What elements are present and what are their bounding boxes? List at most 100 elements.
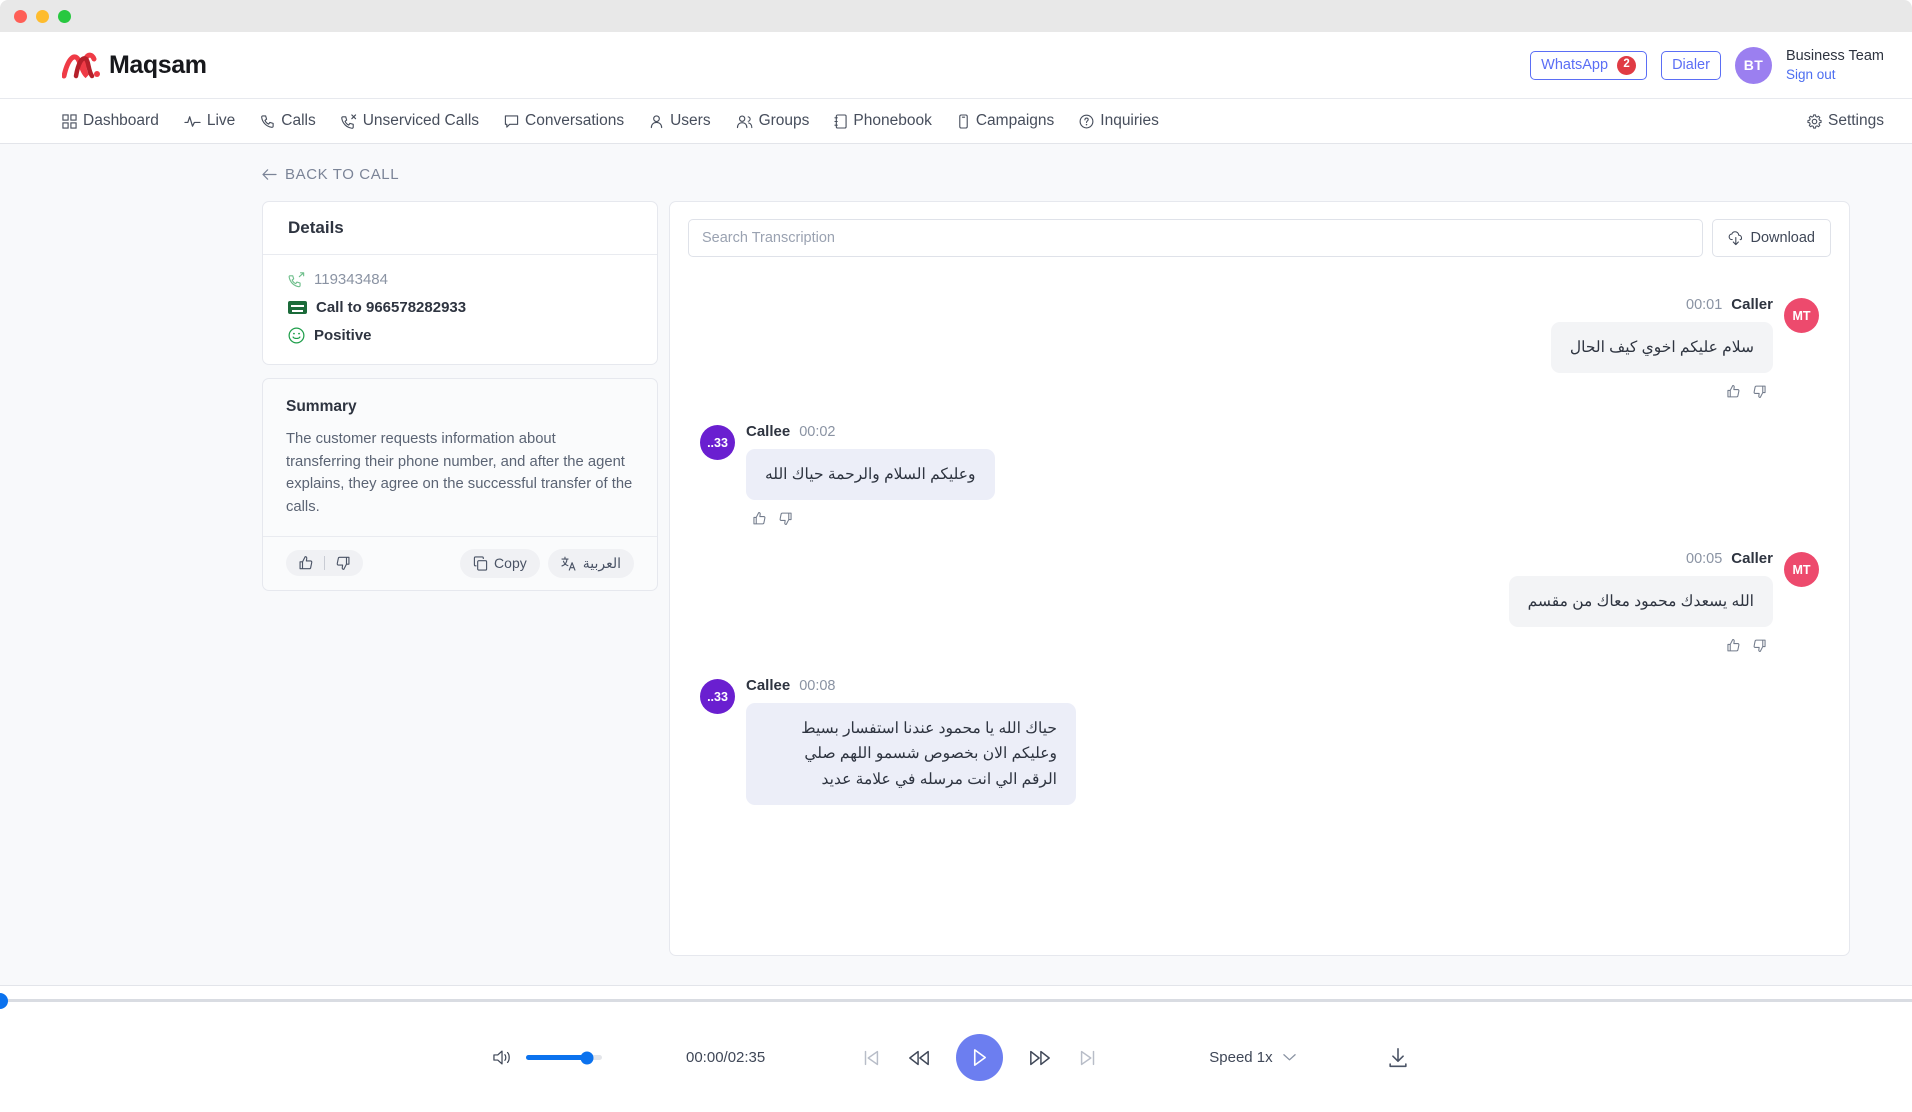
message-avatar: MT <box>1784 298 1819 333</box>
summary-actions: Copy العربية <box>263 536 657 590</box>
grid-icon <box>62 114 77 129</box>
download-label: Download <box>1751 230 1816 246</box>
nav-item-phonebook[interactable]: Phonebook <box>834 112 931 130</box>
thumbs-up-icon[interactable] <box>298 555 314 571</box>
volume-knob[interactable] <box>580 1051 593 1064</box>
thumbs-up-icon[interactable] <box>1726 638 1741 653</box>
avatar[interactable]: BT <box>1735 47 1772 84</box>
message-time: 00:02 <box>799 424 835 440</box>
playback-speed-selector[interactable]: Speed 1x <box>1209 1049 1295 1066</box>
nav-label: Phonebook <box>853 112 931 130</box>
nav-item-groups[interactable]: Groups <box>736 112 810 130</box>
message-rating <box>1726 638 1773 653</box>
audio-player: 00:00/02:35 <box>0 985 1912 1112</box>
dialer-button[interactable]: Dialer <box>1661 51 1721 80</box>
cloud-download-icon <box>1728 231 1744 246</box>
chat-icon <box>504 114 519 129</box>
message-avatar: ..33 <box>700 679 735 714</box>
time-display: 00:00/02:35 <box>686 1049 765 1066</box>
nav-item-dashboard[interactable]: Dashboard <box>62 112 159 130</box>
pulse-icon <box>184 114 201 129</box>
rewind-icon[interactable] <box>907 1047 931 1069</box>
nav-item-list: Dashboard Live Calls Unserviced Calls <box>62 112 1159 130</box>
detail-phone-number: 119343484 <box>288 271 632 288</box>
play-button[interactable] <box>956 1034 1003 1081</box>
message-speaker: Caller <box>1731 550 1773 567</box>
transport-controls <box>860 1034 1099 1081</box>
message-meta: Callee 00:02 <box>746 423 995 440</box>
nav-item-live[interactable]: Live <box>184 112 235 130</box>
thumbs-down-icon[interactable] <box>1752 384 1767 399</box>
nav-item-campaigns[interactable]: Campaigns <box>957 112 1054 130</box>
thumbs-down-icon[interactable] <box>1752 638 1767 653</box>
message-content: 00:01 Caller سلام عليكم اخوي كيف الحال <box>1551 296 1773 399</box>
smiley-positive-icon <box>288 327 305 344</box>
seek-bar[interactable] <box>0 999 1912 1002</box>
translate-arabic-button[interactable]: العربية <box>548 549 634 578</box>
thumbs-up-icon[interactable] <box>752 511 767 526</box>
thumbs-down-icon[interactable] <box>335 555 351 571</box>
transcript-message: ..33 Callee 00:02 وعليكم السلام والرحمة … <box>700 423 1819 526</box>
saudi-arabia-flag-icon <box>288 301 307 314</box>
message-bubble: الله يسعدك محمود معاك من مقسم <box>1509 576 1773 627</box>
speaker-icon[interactable] <box>492 1048 513 1067</box>
summary-body: Summary The customer requests informatio… <box>263 379 657 536</box>
thumbs-down-icon[interactable] <box>778 511 793 526</box>
nav-item-conversations[interactable]: Conversations <box>504 112 624 130</box>
detail-phone-value: 119343484 <box>314 271 388 288</box>
nav-item-inquiries[interactable]: Inquiries <box>1079 112 1159 130</box>
user-icon <box>649 114 664 129</box>
nav-label: Users <box>670 112 710 130</box>
back-link-label: BACK TO CALL <box>285 166 399 183</box>
volume-slider[interactable] <box>526 1055 602 1060</box>
nav-item-unserviced-calls[interactable]: Unserviced Calls <box>341 112 479 130</box>
details-body: 119343484 Call to 966578282933 <box>263 255 657 364</box>
book-icon <box>834 114 847 129</box>
brand-logo[interactable]: Maqsam <box>62 50 207 80</box>
skip-previous-icon[interactable] <box>860 1047 882 1069</box>
transcription-toolbar: Download <box>670 202 1849 274</box>
chevron-down-icon <box>1283 1053 1296 1062</box>
close-window-button[interactable] <box>14 10 27 23</box>
window-title-bar <box>0 0 1912 32</box>
minimize-window-button[interactable] <box>36 10 49 23</box>
nav-label: Inquiries <box>1100 112 1159 130</box>
message-speaker: Callee <box>746 677 790 694</box>
transcript-message: ..33 Callee 00:08 حياك الله يا محمود عند… <box>700 677 1819 804</box>
skip-next-icon[interactable] <box>1077 1047 1099 1069</box>
copy-button[interactable]: Copy <box>460 549 540 578</box>
message-time: 00:05 <box>1686 551 1722 567</box>
player-controls: 00:00/02:35 <box>0 1002 1912 1112</box>
user-info: Business Team Sign out <box>1786 47 1884 83</box>
phone-icon <box>260 114 275 129</box>
whatsapp-unread-badge: 2 <box>1617 56 1636 75</box>
nav-item-settings[interactable]: Settings <box>1807 112 1884 130</box>
message-avatar: ..33 <box>700 425 735 460</box>
message-time: 00:08 <box>799 678 835 694</box>
translate-label: العربية <box>583 555 621 572</box>
download-transcription-button[interactable]: Download <box>1712 219 1832 257</box>
back-to-call-link[interactable]: BACK TO CALL <box>262 166 399 183</box>
nav-item-users[interactable]: Users <box>649 112 710 130</box>
nav-label: Groups <box>759 112 810 130</box>
fast-forward-icon[interactable] <box>1028 1047 1052 1069</box>
thumbs-up-icon[interactable] <box>1726 384 1741 399</box>
question-circle-icon <box>1079 114 1094 129</box>
message-content: Callee 00:08 حياك الله يا محمود عندنا اس… <box>746 677 1076 804</box>
message-time: 00:01 <box>1686 297 1722 313</box>
user-name: Business Team <box>1786 47 1884 66</box>
sign-out-link[interactable]: Sign out <box>1786 66 1884 83</box>
search-transcription-input[interactable] <box>688 219 1703 257</box>
summary-card: Summary The customer requests informatio… <box>262 378 658 591</box>
copy-icon <box>473 556 488 571</box>
summary-text: The customer requests information about … <box>286 428 634 519</box>
nav-label: Unserviced Calls <box>363 112 479 130</box>
maximize-window-button[interactable] <box>58 10 71 23</box>
details-column: Details 119343484 Call to 966578282933 <box>262 201 658 591</box>
gear-icon <box>1807 114 1822 129</box>
download-audio-button[interactable] <box>1386 1046 1410 1070</box>
whatsapp-button[interactable]: WhatsApp 2 <box>1530 51 1647 80</box>
translate-icon <box>561 556 577 571</box>
megaphone-icon <box>957 114 970 129</box>
nav-item-calls[interactable]: Calls <box>260 112 315 130</box>
